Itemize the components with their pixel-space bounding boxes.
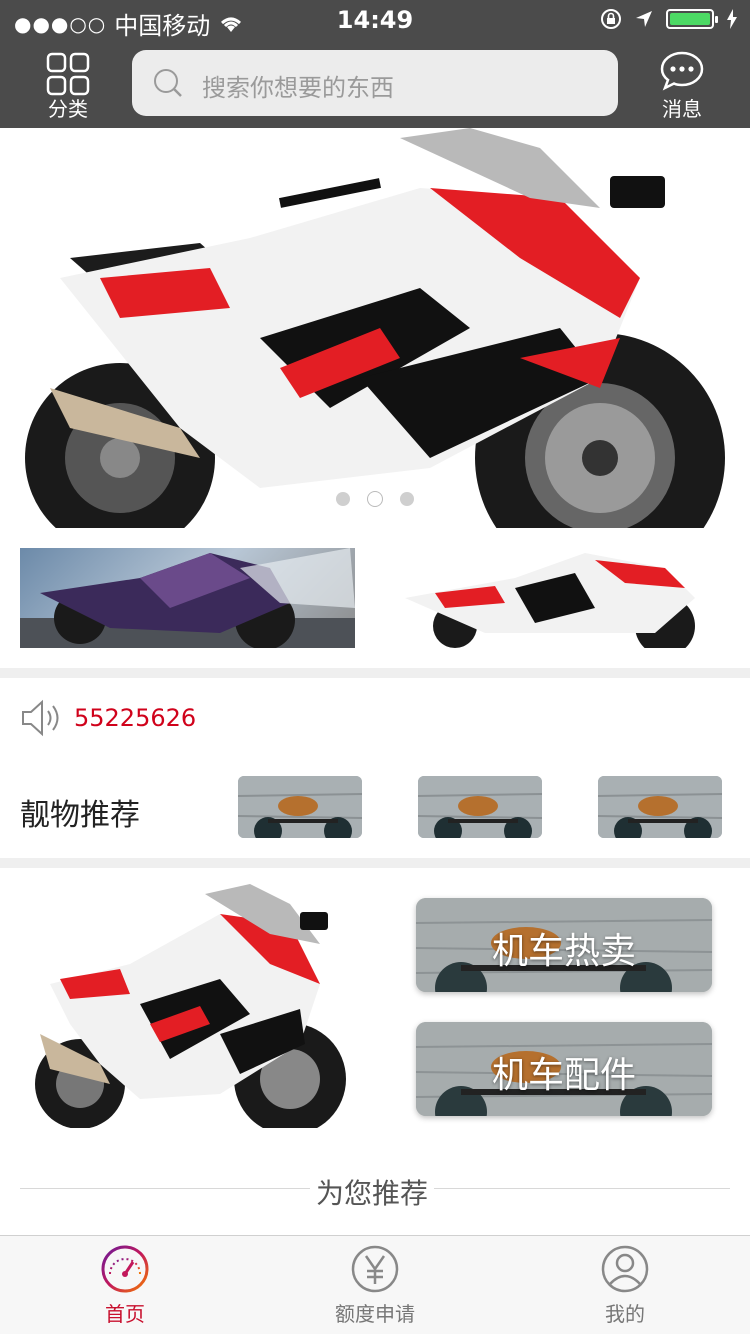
tab-credit-apply[interactable]: 额度申请	[250, 1236, 500, 1335]
section-divider	[0, 858, 750, 868]
yen-coin-icon	[351, 1245, 399, 1293]
user-icon	[601, 1245, 649, 1293]
motorcycle-mini-image	[238, 776, 362, 838]
motorcycle-thumb-image	[20, 548, 355, 648]
search-input[interactable]: 搜索你想要的东西	[132, 50, 618, 116]
for-you-label: 为您推荐	[310, 1172, 435, 1212]
parts-card[interactable]: 机车配件	[416, 1022, 712, 1116]
promo-feature[interactable]	[20, 884, 350, 1135]
carousel-dot-active[interactable]	[368, 492, 382, 506]
status-right	[600, 8, 738, 30]
search-icon	[154, 69, 182, 97]
section-divider	[0, 668, 750, 678]
recommend-item[interactable]	[238, 776, 362, 838]
motorcycle-thumb-image	[405, 553, 695, 648]
battery-icon	[666, 9, 718, 29]
status-bar: ●●●○○ 中国移动 14:49	[0, 0, 750, 40]
rotation-lock-icon	[601, 9, 621, 29]
for-you-header: 为您推荐	[20, 1168, 730, 1212]
category-button[interactable]: 分类	[28, 48, 108, 124]
motorcycle-mini-image	[598, 776, 722, 838]
tab-profile-label: 我的	[605, 1302, 645, 1326]
banner-carousel[interactable]	[0, 128, 750, 528]
carousel-indicator	[0, 492, 750, 506]
carousel-dot[interactable]	[400, 492, 414, 506]
hot-sale-card[interactable]: 机车热卖	[416, 898, 712, 992]
messages-label: 消息	[662, 97, 702, 121]
charging-bolt-icon	[727, 9, 737, 29]
recommend-item[interactable]	[598, 776, 722, 838]
tab-home[interactable]: 首页	[0, 1236, 250, 1335]
recommend-item[interactable]	[418, 776, 542, 838]
recommend-section: 靓物推荐	[0, 770, 750, 850]
tab-profile[interactable]: 我的	[500, 1236, 750, 1335]
motorcycle-image	[35, 884, 346, 1135]
search-placeholder: 搜索你想要的东西	[202, 74, 394, 102]
location-arrow-icon	[636, 11, 652, 27]
bottom-tab-bar: 首页 额度申请 我的	[0, 1235, 750, 1334]
chat-bubble-icon	[660, 51, 704, 91]
tab-home-label: 首页	[105, 1302, 145, 1326]
carousel-dot[interactable]	[336, 492, 350, 506]
announcement-bar[interactable]: 55225626	[0, 690, 750, 746]
motorcycle-mini-image	[418, 776, 542, 838]
tab-credit-label: 额度申请	[335, 1302, 415, 1326]
grid-icon	[46, 52, 90, 96]
parts-label: 机车配件	[491, 1055, 636, 1096]
featured-thumb-1[interactable]	[20, 548, 355, 648]
top-header: 分类 搜索你想要的东西 消息	[0, 40, 750, 128]
messages-button[interactable]: 消息	[642, 48, 722, 124]
featured-thumbnails	[0, 548, 750, 648]
announcement-text: 55225626	[74, 704, 197, 732]
recommend-title: 靓物推荐	[20, 798, 140, 833]
category-label: 分类	[48, 97, 88, 121]
featured-thumb-2[interactable]	[395, 548, 730, 648]
hot-sale-label: 机车热卖	[491, 931, 636, 972]
speaker-icon	[22, 699, 59, 737]
promo-section: 机车热卖 机车配件	[0, 868, 750, 1138]
motorcycle-image	[25, 128, 725, 528]
speedometer-icon	[101, 1245, 149, 1293]
